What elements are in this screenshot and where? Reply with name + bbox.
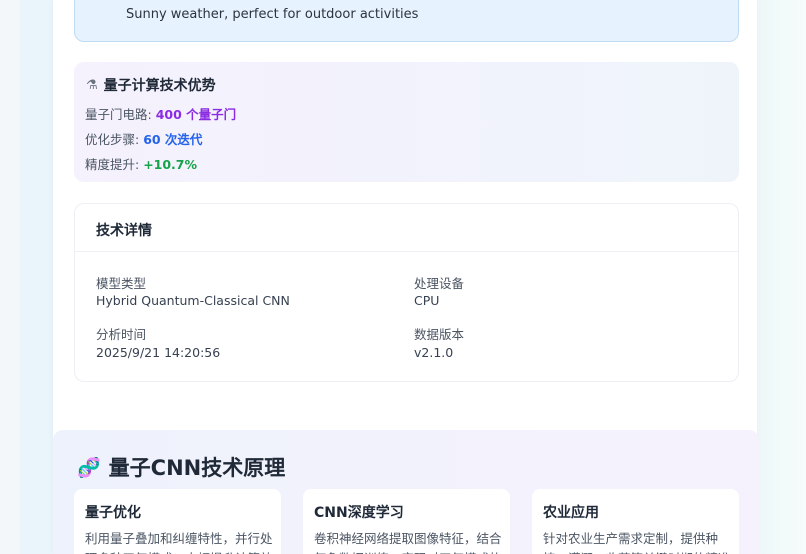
quantum-advantage-title-text: 量子计算技术优势 [103,78,216,94]
quantum-gates-label: 量子门电路: [85,107,156,122]
principle-title-text: 量子CNN技术原理 [108,456,286,480]
principle-card-cnn-deep-learning: CNN深度学习 卷积神经网络提取图像特征，结合气象数据训练，实现对天气模式的 [303,489,510,554]
principle-card-title: CNN深度学习 [314,505,404,521]
device-value: CPU [414,293,440,308]
quantum-cnn-principle-section: 🧬 量子CNN技术原理 量子优化 利用量子叠加和纠缠特性，并行处理多种天气模式，… [53,430,759,554]
dna-icon: 🧬 [77,456,101,479]
device-label: 处理设备 [414,276,465,291]
principle-title: 🧬 量子CNN技术原理 [77,452,285,482]
weather-description: Sunny weather, perfect for outdoor activ… [126,7,419,22]
optimization-steps-row: 优化步骤: 60 次迭代 [85,129,202,148]
page-background-left [0,0,20,554]
principle-card-quantum-optimization: 量子优化 利用量子叠加和纠缠特性，并行处理多种天气模式，大幅提升计算效 [74,489,281,554]
accuracy-gain-value: +10.7% [143,157,198,172]
principle-card-title: 农业应用 [543,505,599,521]
technical-details-title: 技术详情 [96,223,152,239]
quantum-gates-row: 量子门电路: 400 个量子门 [85,104,236,123]
microscope-icon: ⚗ [86,77,98,93]
model-type-label: 模型类型 [96,276,147,291]
optimization-steps-value: 60 次迭代 [143,132,203,147]
quantum-advantage-panel: ⚗ 量子计算技术优势 量子门电路: 400 个量子门 优化步骤: 60 次迭代 … [74,62,739,182]
accuracy-gain-label: 精度提升: [85,157,144,172]
optimization-steps-label: 优化步骤: [85,132,144,147]
page-background-right [758,0,806,554]
model-type-value: Hybrid Quantum-Classical CNN [96,293,290,308]
principle-card-agriculture: 农业应用 针对农业生产需求定制，提供种植、灌溉、收获等关键时期的精准 [532,489,739,554]
technical-details-panel: 技术详情 模型类型 Hybrid Quantum-Classical CNN 处… [74,203,739,382]
analysis-time-label: 分析时间 [96,327,147,342]
accuracy-gain-row: 精度提升: +10.7% [85,154,197,173]
principle-card-title: 量子优化 [85,505,141,521]
quantum-gates-value: 400 个量子门 [155,107,237,122]
weather-summary-box: Sunny weather, perfect for outdoor activ… [74,0,739,42]
principle-card-description: 利用量子叠加和纠缠特性，并行处理多种天气模式，大幅提升计算效 [85,531,273,554]
quantum-advantage-title: ⚗ 量子计算技术优势 [86,75,216,95]
principle-card-description: 卷积神经网络提取图像特征，结合气象数据训练，实现对天气模式的 [314,531,502,554]
data-version-value: v2.1.0 [414,345,454,360]
technical-details-header: 技术详情 [75,204,738,252]
data-version-label: 数据版本 [414,327,465,342]
analysis-time-value: 2025/9/21 14:20:56 [96,345,221,360]
principle-card-description: 针对农业生产需求定制，提供种植、灌溉、收获等关键时期的精准 [543,531,731,554]
